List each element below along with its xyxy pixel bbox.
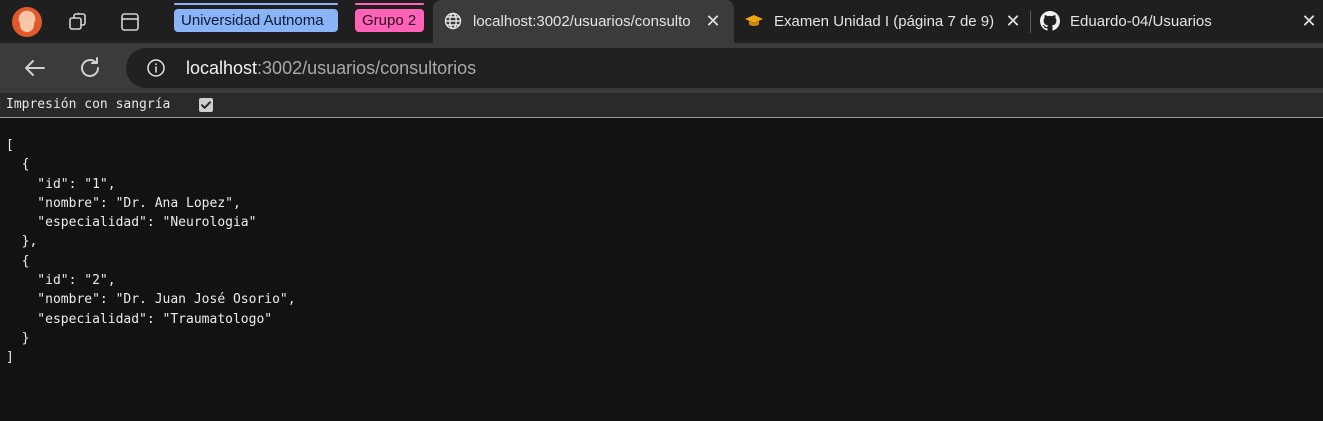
json-line: "nombre": "Dr. Ana Lopez", bbox=[6, 195, 241, 211]
tab-title: Examen Unidad I (página 7 de 9) | bbox=[774, 13, 996, 30]
reload-button[interactable] bbox=[76, 54, 104, 82]
pretty-print-bar: Impresión con sangría bbox=[0, 93, 1323, 118]
json-line: ] bbox=[6, 350, 14, 366]
close-icon[interactable]: ✕ bbox=[704, 12, 722, 30]
tab-group-grupo-2[interactable]: Grupo 2 bbox=[355, 9, 424, 32]
json-content: [ { "id": "1", "nombre": "Dr. Ana Lopez"… bbox=[6, 136, 296, 368]
tab-title: Eduardo-04/Usuarios bbox=[1070, 13, 1212, 30]
json-line: { bbox=[6, 157, 30, 173]
address-bar[interactable]: localhost:3002/usuarios/consultorios bbox=[126, 48, 1323, 88]
json-line: "especialidad": "Traumatologo" bbox=[6, 311, 273, 327]
tab-group-universidad[interactable]: Universidad Autnoma bbox=[174, 9, 338, 32]
back-button[interactable] bbox=[21, 54, 49, 82]
graduation-cap-icon bbox=[744, 11, 764, 31]
json-line: [ bbox=[6, 138, 14, 153]
tab-strip: Universidad Autnoma Grupo 2 localhost:30… bbox=[0, 0, 1323, 43]
globe-icon bbox=[443, 11, 463, 31]
json-line: "id": "1", bbox=[6, 176, 116, 192]
json-line: }, bbox=[6, 234, 38, 250]
tab-group-label: Grupo 2 bbox=[362, 12, 417, 29]
tab-group-indicator bbox=[174, 3, 338, 5]
url-host: localhost bbox=[186, 58, 258, 78]
profile-avatar[interactable] bbox=[12, 7, 42, 37]
json-line: "nombre": "Dr. Juan José Osorio", bbox=[6, 292, 296, 308]
tab-actions-icon[interactable] bbox=[118, 10, 142, 34]
tab-consultorios[interactable]: localhost:3002/usuarios/consultorios ✕ bbox=[433, 0, 734, 43]
tab-group-label: Universidad Autnoma bbox=[181, 12, 324, 29]
url-text: localhost:3002/usuarios/consultorios bbox=[186, 48, 476, 88]
github-icon bbox=[1040, 11, 1060, 31]
json-line: { bbox=[6, 253, 30, 269]
close-icon[interactable]: ✕ bbox=[1004, 12, 1022, 30]
pretty-print-checkbox[interactable] bbox=[199, 98, 213, 112]
site-info-icon[interactable] bbox=[146, 58, 166, 78]
close-icon[interactable]: ✕ bbox=[1300, 12, 1318, 30]
json-line: } bbox=[6, 330, 30, 346]
tab-examen[interactable]: Examen Unidad I (página 7 de 9) | ✕ bbox=[734, 0, 1028, 43]
json-line: "especialidad": "Neurologia" bbox=[6, 215, 257, 231]
tab-github[interactable]: Eduardo-04/Usuarios ✕ bbox=[1030, 0, 1323, 43]
toolbar: localhost:3002/usuarios/consultorios bbox=[0, 43, 1323, 93]
json-line: "id": "2", bbox=[6, 273, 116, 289]
tab-title: localhost:3002/usuarios/consultorios bbox=[473, 13, 691, 30]
url-path: :3002/usuarios/consultorios bbox=[257, 58, 477, 78]
tab-group-indicator bbox=[355, 3, 424, 5]
workspaces-icon[interactable] bbox=[66, 10, 90, 34]
pretty-print-label: Impresión con sangría bbox=[6, 97, 171, 112]
